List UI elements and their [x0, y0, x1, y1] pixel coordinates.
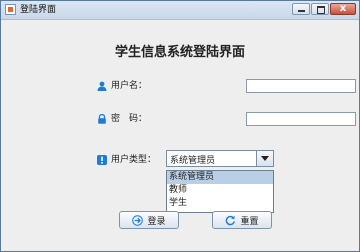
window-title: 登陆界面: [20, 5, 57, 15]
chevron-down-icon[interactable]: [256, 151, 273, 166]
dropdown-option-student[interactable]: 学生: [167, 197, 273, 210]
reset-button[interactable]: 重置: [212, 211, 272, 229]
username-label: 用户名：: [111, 81, 148, 91]
login-arrow-icon: [132, 214, 144, 226]
lock-icon: [98, 114, 106, 124]
info-icon: [97, 155, 107, 165]
username-label-row: 用户名：: [97, 80, 147, 92]
maximize-button[interactable]: [311, 3, 329, 15]
java-app-icon: [5, 4, 16, 15]
user-type-label: 用户类型：: [111, 155, 157, 165]
password-label-row: 密 码：: [97, 113, 147, 125]
user-type-dropdown-list: 系统管理员 教师 学生: [166, 170, 274, 213]
user-type-selected-value: 系统管理员: [170, 156, 216, 166]
title-bar[interactable]: 登陆界面 x: [1, 1, 359, 20]
refresh-icon: [226, 215, 236, 225]
reset-button-label: 重置: [240, 216, 259, 227]
minimize-button[interactable]: [292, 3, 310, 15]
login-button[interactable]: 登录: [119, 211, 179, 229]
close-button[interactable]: x: [330, 3, 356, 15]
close-icon: x: [339, 3, 347, 14]
username-input[interactable]: [246, 79, 356, 93]
minimize-icon: [298, 10, 305, 12]
window-controls: x: [292, 3, 356, 15]
login-button-label: 登录: [147, 216, 166, 227]
password-label: 密 码：: [111, 114, 148, 124]
user-icon: [97, 81, 107, 91]
login-window: 登陆界面 x 学生信息系统登陆界面 用户名： 密 码： 用户类型： 系统管理员 …: [0, 0, 360, 252]
password-input[interactable]: [246, 112, 356, 126]
page-title: 学生信息系统登陆界面: [114, 45, 245, 60]
user-type-select[interactable]: 系统管理员: [166, 150, 274, 167]
maximize-icon: [317, 6, 325, 14]
user-type-label-row: 用户类型：: [97, 154, 156, 166]
dropdown-option-admin[interactable]: 系统管理员: [167, 171, 273, 184]
dropdown-option-teacher[interactable]: 教师: [167, 184, 273, 197]
